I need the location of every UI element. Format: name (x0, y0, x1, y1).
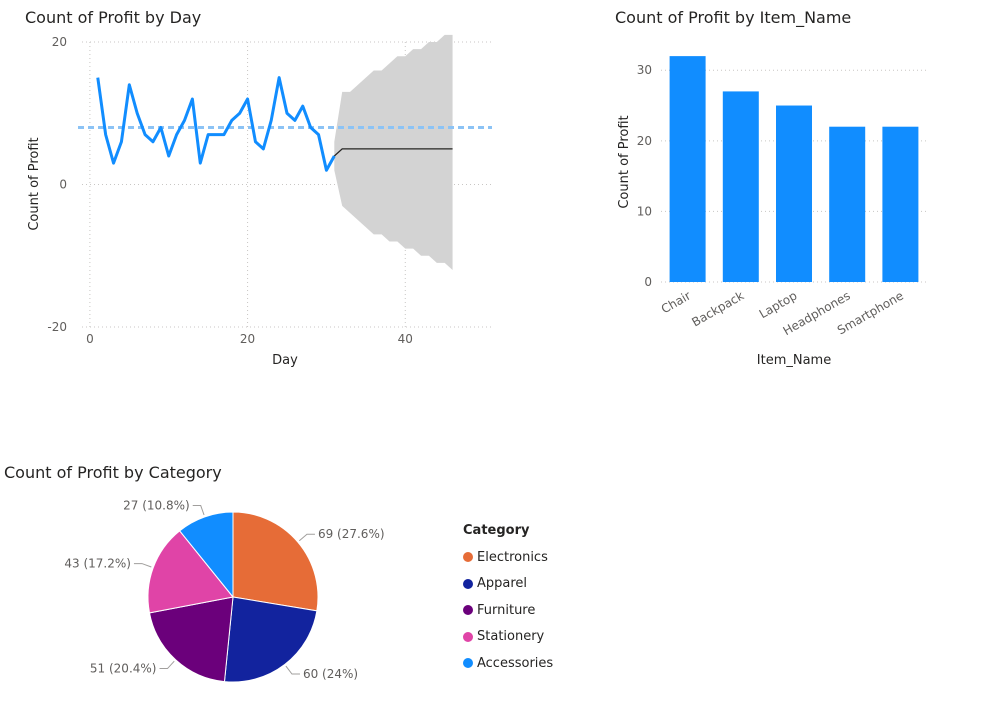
legend-label: Stationery (477, 629, 545, 645)
legend-marker (463, 578, 473, 589)
pie-legend: Category Electronics Apparel Furniture Stat… (463, 523, 553, 677)
x-tick-label: Laptop (757, 288, 800, 321)
legend-label: Furniture (477, 602, 536, 618)
x-tick-label: Backpack (689, 288, 746, 329)
legend-marker (463, 605, 473, 616)
legend-item-apparel[interactable]: Apparel (463, 571, 553, 598)
legend-marker (463, 552, 473, 563)
legend-label: Electronics (477, 549, 548, 565)
legend-marker (463, 658, 473, 669)
bar (722, 91, 759, 282)
y-tick-label: 30 (637, 63, 652, 77)
legend-title: Category (463, 523, 530, 538)
x-tick-label: Chair (659, 288, 693, 316)
legend-marker (463, 631, 473, 642)
bar (776, 105, 812, 282)
bar (829, 126, 866, 283)
slice-data-label: 60 (24%) (303, 667, 358, 681)
leader-line (192, 505, 205, 516)
bar-chart-visual[interactable]: Count of Profit by Item_Name Chair Backpa… (600, 0, 998, 380)
slice-data-label: 43 (17.2%) (64, 557, 131, 571)
y-tick-label: 20 (637, 134, 652, 148)
slice-data-label: 69 (27.6%) (318, 527, 385, 541)
legend-label: Apparel (477, 576, 528, 592)
bar (669, 56, 706, 282)
leader-line (299, 533, 315, 542)
y-axis-title: Count of Profit (617, 115, 632, 208)
pie-slice (232, 511, 319, 612)
y-tick-label: 0 (644, 275, 652, 289)
y-tick-label: 10 (637, 204, 652, 218)
x-axis-title: Item_Name (757, 353, 831, 368)
legend-item-electronics[interactable]: Electronics (463, 544, 553, 571)
pie-chart-svg[interactable]: 69 (27.6%) 60 (24%) 51 (20.4%) 43 (17.2%) 27… (0, 0, 460, 708)
slice-data-label: 51 (20.4%) (90, 662, 157, 676)
legend-item-stationery[interactable]: Stationery (463, 624, 553, 651)
leader-line (159, 660, 175, 670)
legend-label: Accessories (477, 655, 554, 671)
bar-chart-svg[interactable]: ChairBackpack LaptopHeadphonesSmartphone0… (600, 0, 998, 380)
slice-data-label: 27 (10.8%) (123, 499, 190, 513)
legend-item-accessories[interactable]: Accessories (463, 650, 553, 677)
legend-item-furniture[interactable]: Furniture (463, 597, 553, 624)
leader-line (285, 665, 300, 675)
leader-line (133, 563, 152, 568)
bar (882, 126, 919, 283)
